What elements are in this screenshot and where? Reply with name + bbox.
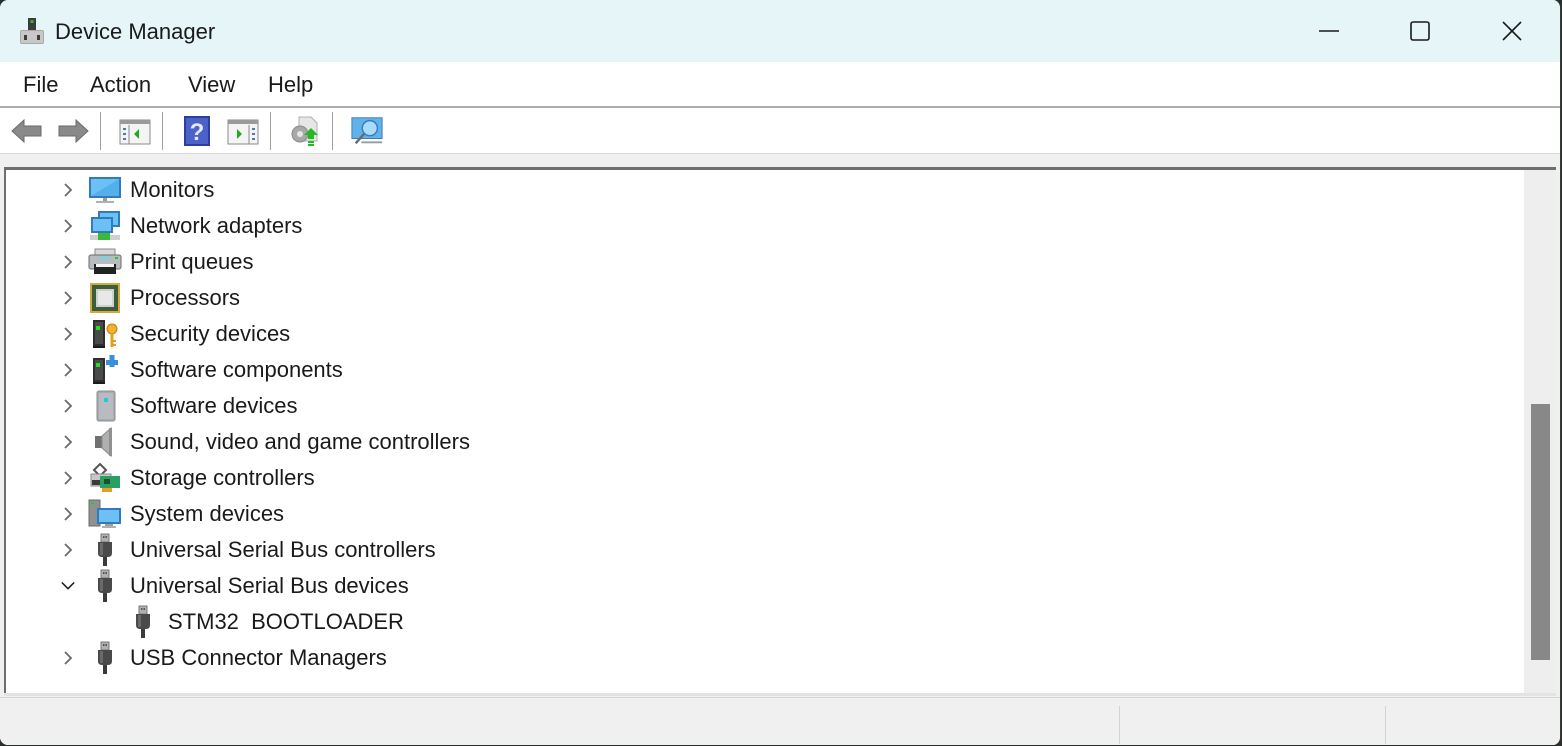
- status-pane-divider: [1385, 706, 1386, 744]
- tree-item-label: System devices: [130, 501, 285, 526]
- status-bar: [0, 697, 1560, 745]
- scan-monitor-icon: [351, 117, 383, 145]
- toolbar-separator: [100, 112, 101, 150]
- panel-bottom-border: [4, 693, 1556, 696]
- tree-item-label: Sound, video and game controllers: [130, 429, 470, 454]
- tree-item[interactable]: USB Connector Managers: [6, 640, 1506, 676]
- status-pane-divider: [1119, 706, 1120, 744]
- device-tree: Monitors Network adapters Print queues Proc…: [4, 167, 1556, 693]
- chevron-right-icon[interactable]: [61, 327, 75, 341]
- close-button[interactable]: [1466, 0, 1558, 62]
- chevron-right-icon[interactable]: [61, 471, 75, 485]
- usb-icon: [126, 605, 160, 639]
- chevron-right-icon[interactable]: [61, 183, 75, 197]
- tree-item[interactable]: Software components: [6, 352, 1506, 388]
- speaker-icon: [88, 425, 122, 459]
- console-tree-icon: [119, 119, 151, 145]
- chevron-right-icon[interactable]: [61, 543, 75, 557]
- menu-file[interactable]: File: [23, 72, 58, 98]
- tree-item-label: Software components: [130, 357, 343, 382]
- chevron-right-icon[interactable]: [61, 399, 75, 413]
- tree-item[interactable]: Software devices: [6, 388, 1506, 424]
- tree-item[interactable]: Universal Serial Bus controllers: [6, 532, 1506, 568]
- processor-icon: [88, 281, 122, 315]
- toolbar-separator: [332, 112, 333, 150]
- show-hide-action-pane-button[interactable]: [226, 114, 260, 148]
- arrow-left-icon: [11, 118, 42, 144]
- tree-item[interactable]: Processors: [6, 280, 1506, 316]
- close-icon: [1502, 21, 1522, 41]
- tree-item[interactable]: STM32 BOOTLOADER: [6, 604, 1506, 640]
- tree-item-label: Network adapters: [130, 213, 303, 238]
- title-bar: Device Manager: [0, 0, 1560, 62]
- system-device-icon: [88, 497, 122, 531]
- update-driver-button[interactable]: [287, 114, 321, 148]
- printer-icon: [88, 245, 122, 279]
- monitor-icon: [88, 173, 122, 207]
- scrollbar-thumb[interactable]: [1531, 404, 1550, 660]
- tree-item-label: Software devices: [130, 393, 298, 418]
- toolbar-gap: [0, 154, 1560, 167]
- chevron-down-icon[interactable]: [61, 579, 75, 593]
- network-adapter-icon: [88, 209, 122, 243]
- chevron-right-icon[interactable]: [61, 435, 75, 449]
- usb-icon: [88, 569, 122, 603]
- show-hide-console-tree-button[interactable]: [118, 114, 152, 148]
- svg-text:?: ?: [190, 119, 205, 146]
- tree-item[interactable]: Universal Serial Bus devices: [6, 568, 1506, 604]
- arrow-right-icon: [58, 118, 89, 144]
- tree-item-label: Print queues: [130, 249, 254, 274]
- minimize-icon: [1319, 30, 1339, 32]
- update-driver-icon: [291, 116, 318, 146]
- chevron-right-icon[interactable]: [61, 219, 75, 233]
- device-manager-window: Device Manager File Action View Help ? M…: [0, 0, 1561, 745]
- security-device-icon: [88, 317, 122, 351]
- chevron-right-icon[interactable]: [61, 363, 75, 377]
- tree-item-label: Universal Serial Bus devices: [130, 573, 409, 598]
- minimize-button[interactable]: [1283, 0, 1375, 62]
- tree-item-label: Monitors: [130, 177, 215, 202]
- menu-view[interactable]: View: [188, 72, 235, 98]
- toolbar: ?: [0, 108, 1560, 154]
- menu-bar: File Action View Help: [0, 62, 1560, 108]
- tree-item-label: Processors: [130, 285, 241, 310]
- device-manager-app-icon: [18, 16, 46, 46]
- toolbar-separator: [270, 112, 271, 150]
- storage-controller-icon: [88, 461, 122, 495]
- tree-item-label: USB Connector Managers: [130, 645, 387, 670]
- usb-icon: [88, 641, 122, 675]
- chevron-right-icon[interactable]: [61, 507, 75, 521]
- window-title: Device Manager: [55, 19, 216, 44]
- tree-item[interactable]: Network adapters: [6, 208, 1506, 244]
- help-button[interactable]: ?: [180, 114, 214, 148]
- back-button[interactable]: [10, 114, 44, 148]
- software-component-icon: [88, 353, 122, 387]
- menu-help[interactable]: Help: [268, 72, 313, 98]
- chevron-right-icon[interactable]: [61, 291, 75, 305]
- menu-action[interactable]: Action: [90, 72, 151, 98]
- maximize-icon: [1410, 21, 1430, 41]
- tree-item-label: Security devices: [130, 321, 291, 346]
- tree-item[interactable]: Storage controllers: [6, 460, 1506, 496]
- tree-item[interactable]: Print queues: [6, 244, 1506, 280]
- vertical-scrollbar[interactable]: [1524, 170, 1556, 693]
- tree-item[interactable]: Sound, video and game controllers: [6, 424, 1506, 460]
- tree-item[interactable]: Security devices: [6, 316, 1506, 352]
- usb-icon: [88, 533, 122, 567]
- software-device-icon: [88, 389, 122, 423]
- chevron-right-icon[interactable]: [61, 651, 75, 665]
- tree-item-label: Universal Serial Bus controllers: [130, 537, 436, 562]
- tree-item[interactable]: Monitors: [6, 172, 1506, 208]
- tree-item[interactable]: System devices: [6, 496, 1506, 532]
- help-icon: ?: [184, 116, 210, 146]
- scan-hardware-changes-button[interactable]: [350, 114, 384, 148]
- forward-button[interactable]: [56, 114, 90, 148]
- toolbar-separator: [162, 112, 163, 150]
- tree-item-label: Storage controllers: [130, 465, 315, 490]
- maximize-button[interactable]: [1374, 0, 1466, 62]
- tree-item-label: STM32 BOOTLOADER: [168, 609, 404, 634]
- chevron-right-icon[interactable]: [61, 255, 75, 269]
- action-pane-icon: [227, 119, 259, 145]
